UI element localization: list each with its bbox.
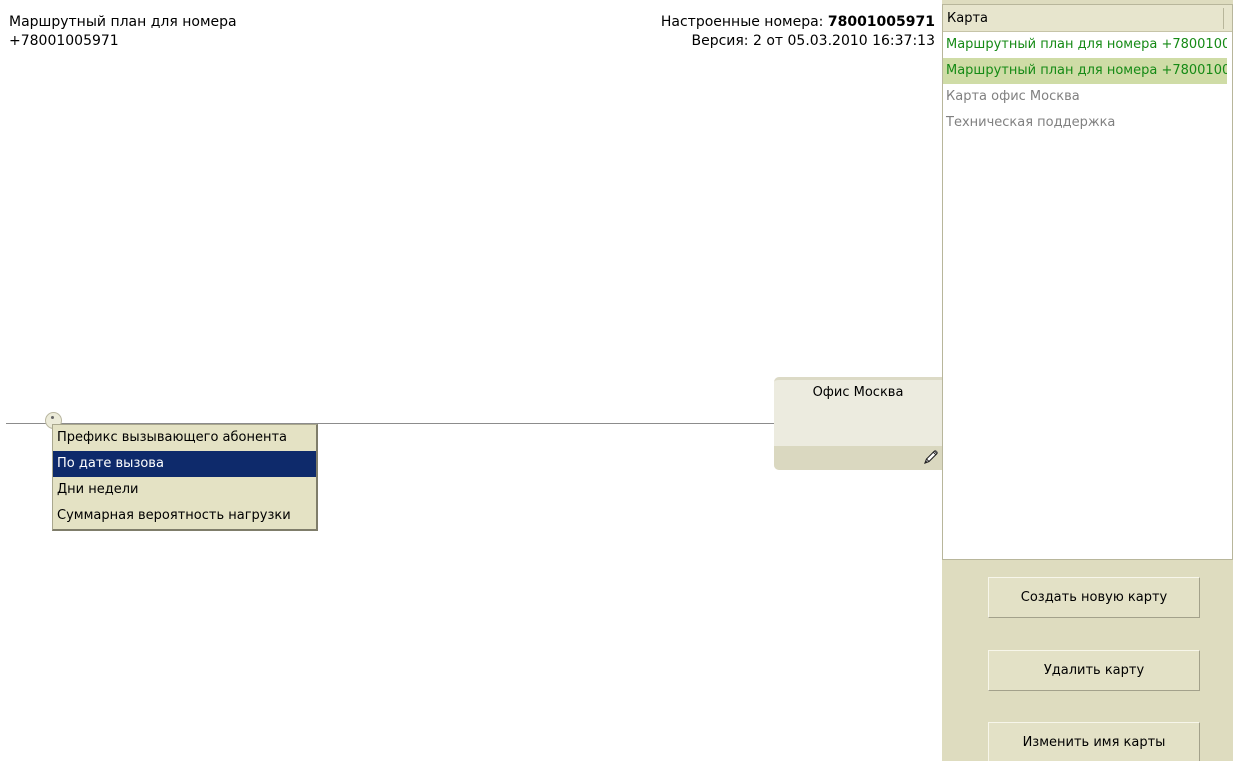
maps-panel: Карта Маршрутный план для номера +780010… xyxy=(942,0,1233,761)
routing-canvas[interactable]: Маршрутный план для номера +78001005971 … xyxy=(0,0,942,761)
create-map-button[interactable]: Создать новую карту xyxy=(988,577,1200,618)
list-item[interactable]: Маршрутный план для номера +78001005971 xyxy=(943,32,1227,58)
office-node[interactable]: Офис Москва xyxy=(774,377,942,470)
menu-item-call-date[interactable]: По дате вызова xyxy=(53,451,316,477)
configured-number-value: 78001005971 xyxy=(827,14,935,30)
rename-map-button[interactable]: Изменить имя карты xyxy=(988,722,1200,761)
office-node-footer xyxy=(774,446,942,470)
menu-item-weekdays[interactable]: Дни недели xyxy=(53,477,316,503)
pencil-icon[interactable] xyxy=(922,448,940,466)
context-menu: Префикс вызывающего абонента По дате выз… xyxy=(52,424,318,531)
start-node-dot xyxy=(51,416,54,419)
maps-list[interactable]: Карта Маршрутный план для номера +780010… xyxy=(942,4,1233,560)
column-separator[interactable] xyxy=(1223,8,1224,29)
list-item[interactable]: Техническая поддержка xyxy=(943,110,1227,136)
version-info: Версия: 2 от 05.03.2010 16:37:13 xyxy=(691,33,935,49)
plan-title: Маршрутный план для номера +78001005971 xyxy=(9,14,237,49)
list-item-selected[interactable]: Маршрутный план для номера +78001005971 xyxy=(943,58,1227,84)
office-node-title: Офис Москва xyxy=(812,385,904,400)
delete-map-button[interactable]: Удалить карту xyxy=(988,650,1200,691)
configured-numbers-label: Настроенные номера: xyxy=(660,14,828,30)
header-info: Настроенные номера: 78001005971 Версия: … xyxy=(661,13,935,51)
menu-item-caller-prefix[interactable]: Префикс вызывающего абонента xyxy=(53,425,316,451)
configured-numbers: Настроенные номера: 78001005971 xyxy=(661,13,935,32)
menu-item-load-probability[interactable]: Суммарная вероятность нагрузки xyxy=(53,503,316,529)
maps-list-header[interactable]: Карта xyxy=(943,5,1232,32)
column-header-map: Карта xyxy=(947,11,988,26)
list-item[interactable]: Карта офис Москва xyxy=(943,84,1227,110)
